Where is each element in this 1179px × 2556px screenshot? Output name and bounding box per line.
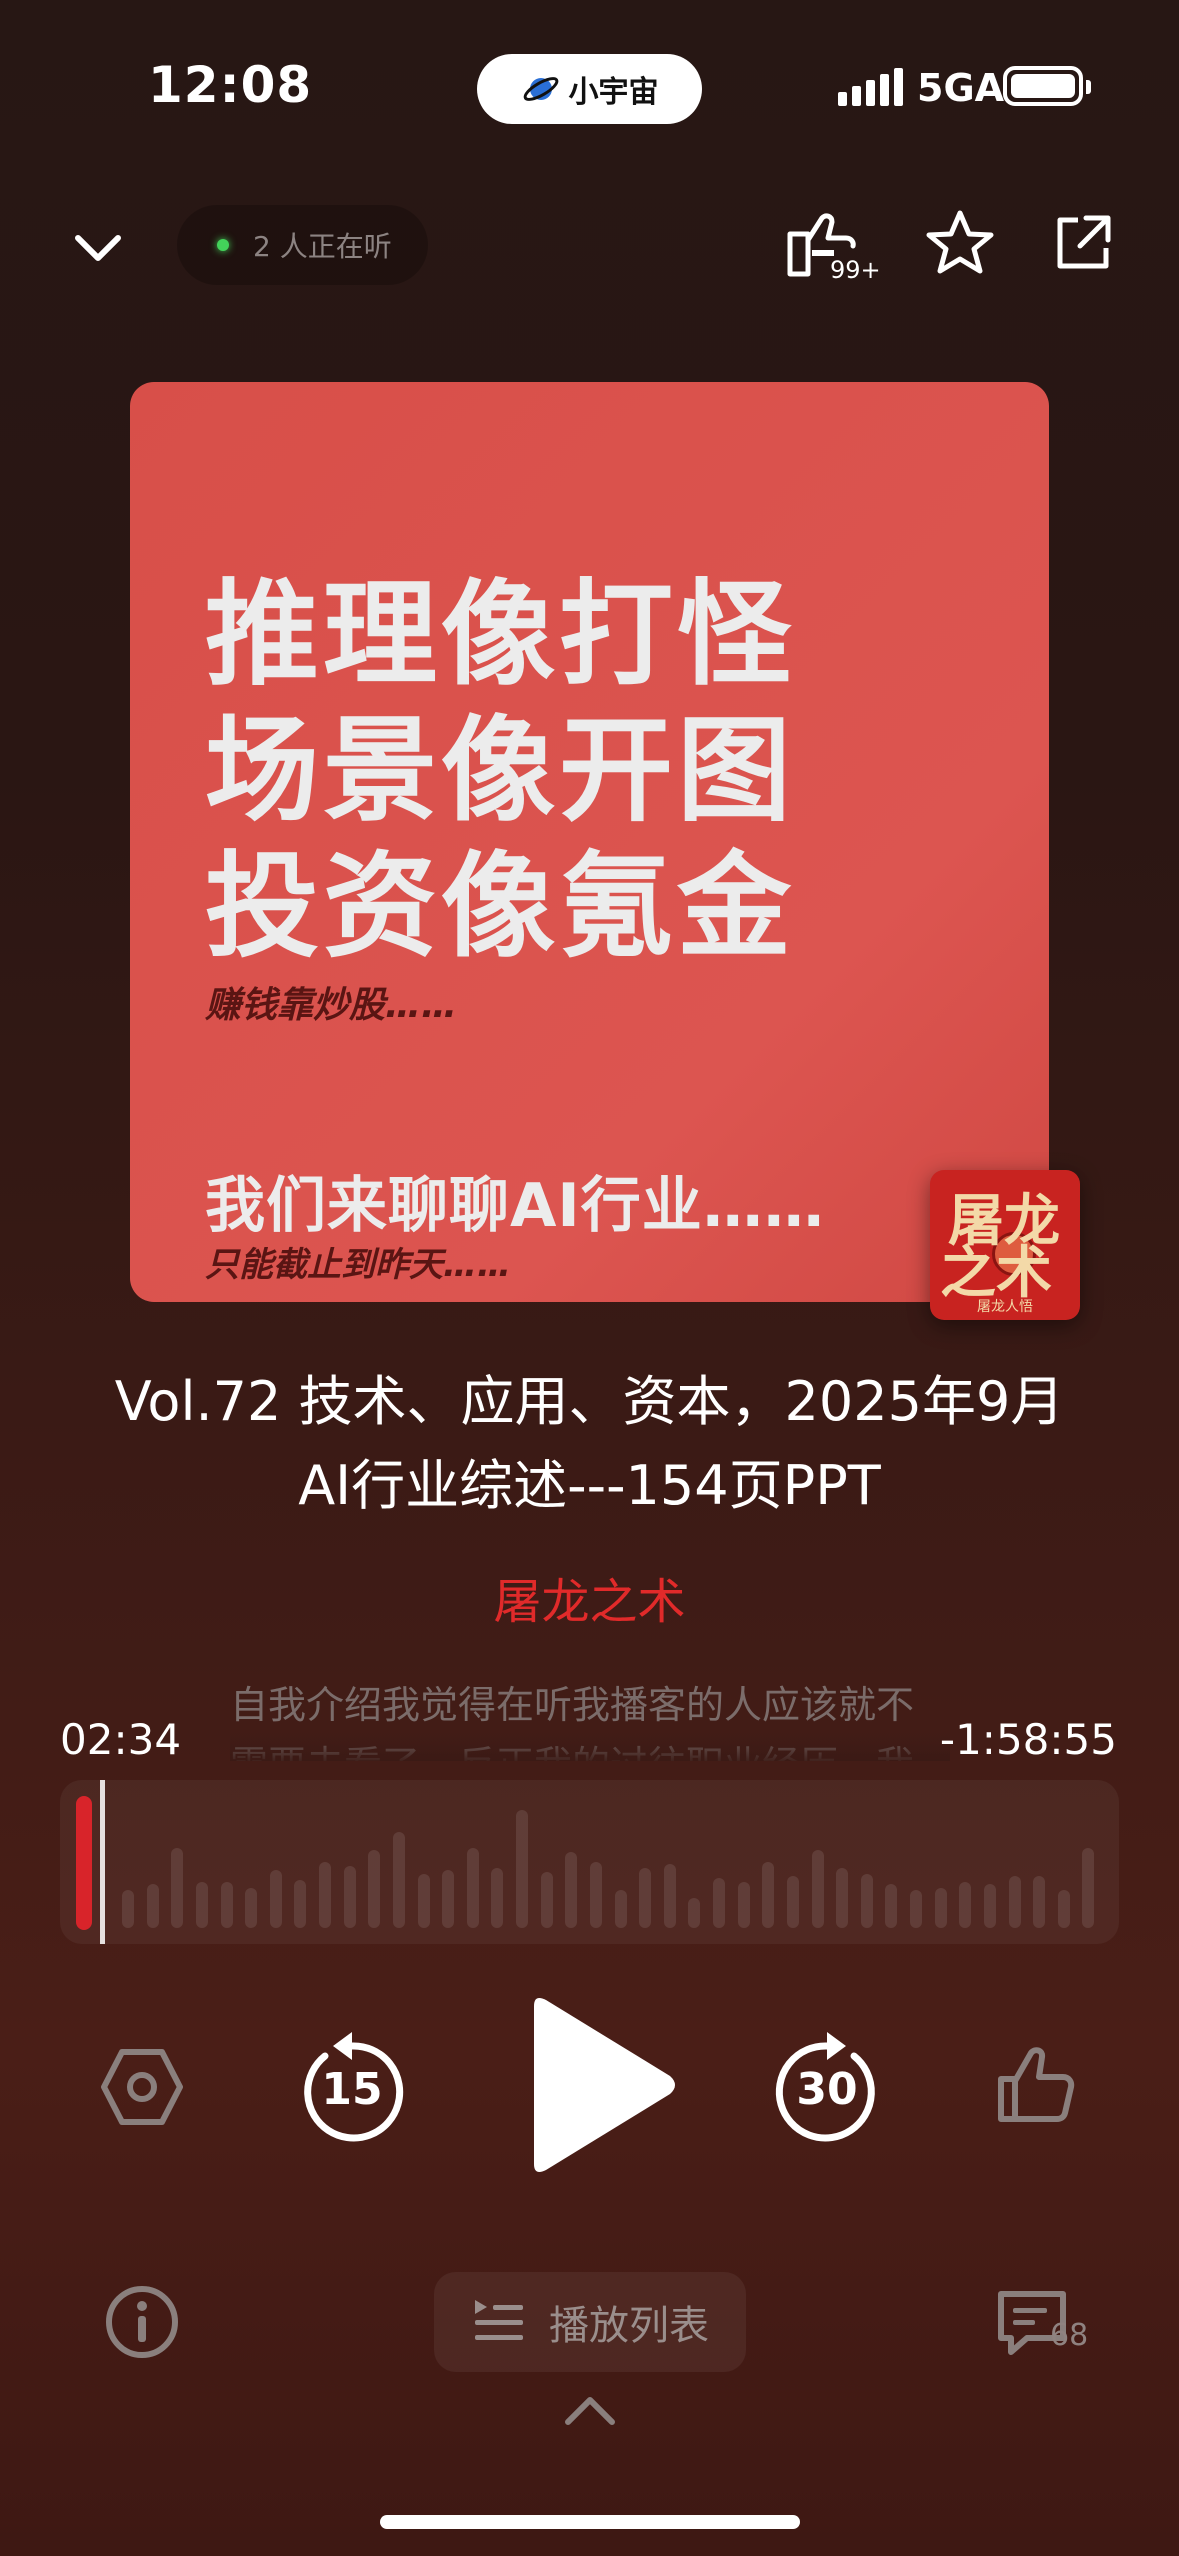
waveform-scrubber[interactable] bbox=[60, 1780, 1119, 1944]
waveform-bar bbox=[1058, 1890, 1070, 1928]
waveform-bar bbox=[565, 1852, 577, 1928]
waveform-bar bbox=[1009, 1876, 1021, 1928]
waveform-bar bbox=[442, 1870, 454, 1928]
home-indicator[interactable] bbox=[380, 2515, 800, 2529]
waveform-bar bbox=[245, 1888, 257, 1928]
cover-line-1: 推理像打怪 bbox=[205, 568, 796, 701]
waveform-bar bbox=[615, 1890, 627, 1928]
waveform-bar bbox=[935, 1888, 947, 1928]
waveform-bar bbox=[885, 1884, 897, 1928]
waveform-bar bbox=[590, 1862, 602, 1928]
remaining-time: -1:58:55 bbox=[939, 1715, 1117, 1764]
playlist-button[interactable]: 播放列表 bbox=[434, 2272, 746, 2372]
dynamic-island-app-pill[interactable]: 小宇宙 bbox=[477, 54, 702, 124]
waveform-bar bbox=[861, 1874, 873, 1928]
waveform-bar bbox=[467, 1848, 479, 1928]
waveform-bar bbox=[812, 1850, 824, 1928]
play-icon[interactable] bbox=[520, 1990, 680, 2180]
episode-title-line-1: Vol.72 技术、应用、资本，2025年9月 bbox=[114, 1370, 1065, 1433]
waveform-bar bbox=[910, 1890, 922, 1928]
waveform-bar bbox=[368, 1850, 380, 1928]
waveform-bar bbox=[393, 1832, 405, 1928]
cover-headline-2: 我们来聊聊AI行业…… bbox=[205, 1171, 825, 1241]
waveform-bar bbox=[787, 1876, 799, 1928]
waveform-bar bbox=[836, 1868, 848, 1928]
waveform-bar bbox=[959, 1882, 971, 1928]
comment-count: 68 bbox=[1050, 2318, 1089, 2353]
waveform-bar bbox=[738, 1882, 750, 1928]
chevron-down-icon[interactable] bbox=[70, 220, 126, 276]
waveform-bar bbox=[147, 1884, 159, 1928]
waveform-bar bbox=[1082, 1848, 1094, 1928]
forward-seconds: 30 bbox=[796, 2064, 858, 2115]
waveform-bar bbox=[688, 1898, 700, 1928]
live-dot-icon bbox=[217, 239, 229, 251]
podcast-logo-badge[interactable]: 屠龙 之术 屠龙人悟 bbox=[930, 1170, 1080, 1320]
elapsed-time: 02:34 bbox=[60, 1715, 182, 1764]
playlist-label: 播放列表 bbox=[549, 2303, 709, 2349]
thumbs-up-icon[interactable] bbox=[995, 2045, 1075, 2125]
waveform-bar bbox=[294, 1880, 306, 1928]
cover-line-2: 场景像开图 bbox=[205, 704, 796, 837]
waveform-bar bbox=[418, 1874, 430, 1928]
badge-caption: 屠龙人悟 bbox=[977, 1299, 1033, 1315]
waveform-bar bbox=[664, 1864, 676, 1928]
waveform-bar bbox=[122, 1890, 134, 1928]
waveform-bar bbox=[171, 1848, 183, 1928]
chevron-up-icon[interactable] bbox=[562, 2390, 618, 2430]
speed-icon[interactable] bbox=[100, 2048, 184, 2126]
waveform-bar bbox=[344, 1866, 356, 1928]
waveform-bar bbox=[516, 1810, 528, 1928]
transcript-line-2: 需要去看了，反正我的过往职业经历，我 bbox=[230, 1735, 950, 1761]
played-segment bbox=[76, 1796, 92, 1930]
cover-subtitle-2: 只能截止到昨天…… bbox=[205, 1245, 511, 1285]
waveform-bar bbox=[196, 1882, 208, 1928]
cover-subtitle-1: 赚钱靠炒股…… bbox=[205, 985, 458, 1026]
waveform-bar bbox=[221, 1882, 233, 1928]
status-time: 12:08 bbox=[148, 56, 313, 114]
island-label: 小宇宙 bbox=[568, 75, 659, 110]
episode-title-line-2: AI行业综述---154页PPT bbox=[298, 1454, 881, 1517]
listeners-count: 2 人正在听 bbox=[253, 230, 392, 263]
battery-icon bbox=[1003, 66, 1091, 106]
waveform-bar bbox=[491, 1868, 503, 1928]
waveform-bar bbox=[984, 1884, 996, 1928]
like-count: 99+ bbox=[830, 256, 881, 284]
cover-line-3: 投资像氪金 bbox=[205, 840, 796, 973]
waveform-bar bbox=[270, 1870, 282, 1928]
playhead-handle[interactable] bbox=[100, 1780, 105, 1944]
listeners-pill: 2 人正在听 bbox=[177, 205, 428, 285]
waveform-bar bbox=[762, 1862, 774, 1928]
signal-icon bbox=[838, 68, 903, 106]
podcast-name-link[interactable]: 屠龙之术 bbox=[0, 1562, 1179, 1632]
forward-30-button[interactable]: 30 bbox=[770, 2026, 884, 2146]
waveform-bars bbox=[122, 1808, 1107, 1928]
star-icon[interactable] bbox=[925, 208, 995, 278]
waveform-bar bbox=[1033, 1876, 1045, 1928]
rewind-15-button[interactable]: 15 bbox=[295, 2026, 409, 2146]
transcript-preview[interactable]: 自我介绍我觉得在听我播客的人应该就不 需要去看了，反正我的过往职业经历，我 bbox=[230, 1675, 950, 1761]
info-icon[interactable] bbox=[104, 2284, 180, 2360]
share-icon[interactable] bbox=[1050, 210, 1116, 276]
planet-icon bbox=[523, 77, 558, 101]
rewind-seconds: 15 bbox=[321, 2064, 383, 2115]
waveform-bar bbox=[713, 1878, 725, 1928]
waveform-bar bbox=[541, 1872, 553, 1928]
episode-cover-art[interactable]: 推理像打怪 场景像开图 投资像氪金 赚钱靠炒股…… 我们来聊聊AI行业…… 只能… bbox=[130, 382, 1049, 1302]
transcript-line-1: 自我介绍我觉得在听我播客的人应该就不 bbox=[230, 1683, 915, 1727]
episode-title[interactable]: Vol.72 技术、应用、资本，2025年9月 AI行业综述---154页PPT bbox=[60, 1360, 1119, 1528]
network-label: 5GA bbox=[917, 66, 1005, 110]
waveform-bar bbox=[639, 1868, 651, 1928]
playlist-icon bbox=[475, 2300, 523, 2340]
waveform-bar bbox=[319, 1862, 331, 1928]
